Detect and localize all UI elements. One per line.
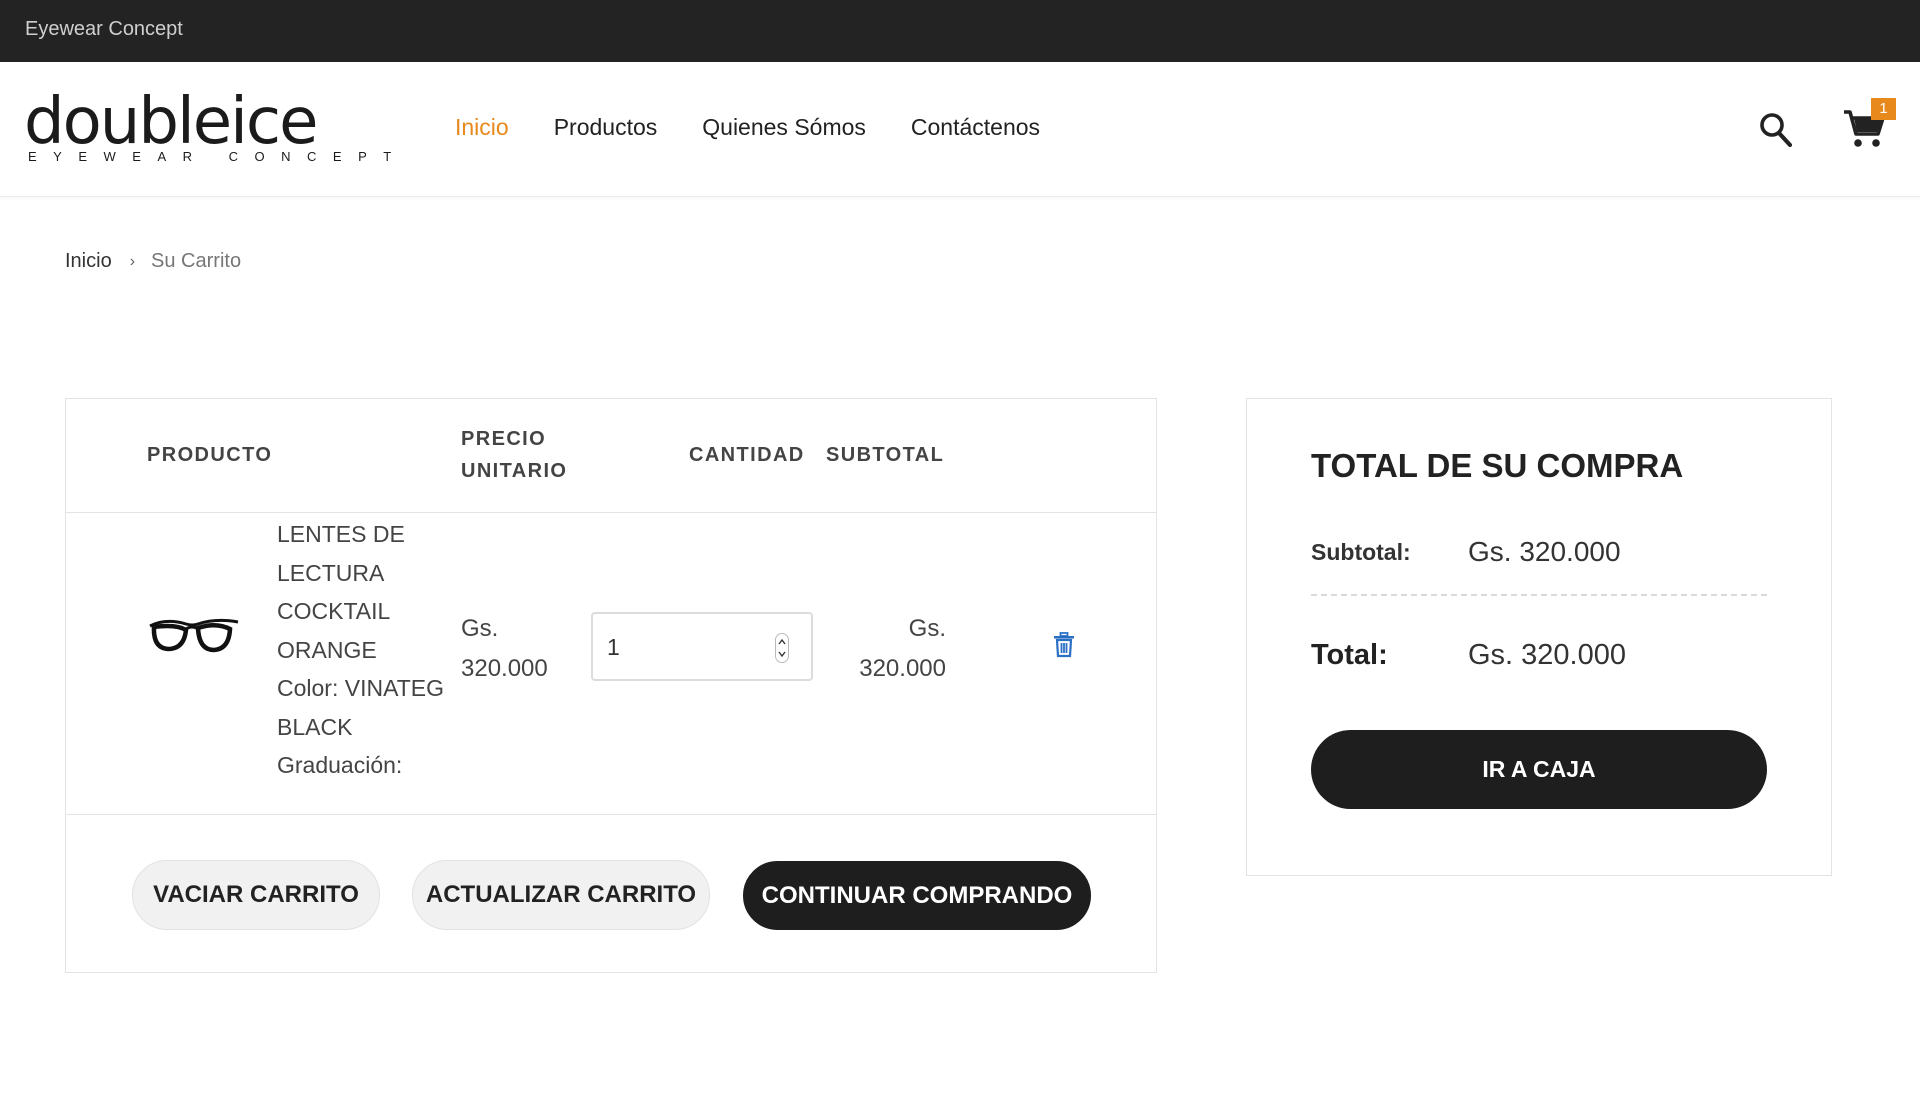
nav-item-productos[interactable]: Productos bbox=[554, 114, 658, 141]
cart-table: PRODUCTO PRECIO UNITARIO CANTIDAD SUBTOT… bbox=[65, 398, 1157, 973]
glasses-icon[interactable] bbox=[146, 612, 241, 662]
cart-item-row: LENTES DE LECTURA COCKTAIL ORANGE Color:… bbox=[66, 513, 1156, 815]
header-product: PRODUCTO bbox=[147, 444, 273, 466]
top-bar: Eyewear Concept bbox=[0, 0, 1920, 62]
logo-wordmark: doubleice bbox=[24, 85, 318, 159]
header-unit-price: PRECIO UNITARIO bbox=[461, 423, 567, 487]
breadcrumb: Inicio › Su Carrito bbox=[65, 250, 241, 273]
quantity-input[interactable] bbox=[607, 630, 757, 664]
breadcrumb-chevron-icon: › bbox=[129, 252, 136, 270]
order-summary: TOTAL DE SU COMPRA Subtotal: Gs. 320.000… bbox=[1246, 398, 1832, 876]
summary-subtotal-value: Gs. 320.000 bbox=[1468, 536, 1621, 567]
breadcrumb-home-link[interactable]: Inicio bbox=[65, 250, 112, 273]
summary-total-value: Gs. 320.000 bbox=[1468, 639, 1626, 671]
clear-cart-button[interactable]: VACIAR CARRITO bbox=[132, 860, 380, 930]
product-name[interactable]: LENTES DE LECTURA COCKTAIL ORANGE Color:… bbox=[277, 515, 457, 785]
main-nav: Inicio Productos Quienes Sómos Contácten… bbox=[455, 114, 1085, 141]
search-icon bbox=[1760, 113, 1793, 148]
logo[interactable]: doubleice EYEWEAR CONCEPT bbox=[24, 90, 391, 168]
nav-item-quienes-somos[interactable]: Quienes Sómos bbox=[702, 114, 866, 141]
header-quantity: CANTIDAD bbox=[689, 444, 805, 466]
unit-price-currency: Gs. bbox=[461, 615, 499, 642]
header-unit-price-line2: UNITARIO bbox=[461, 460, 568, 482]
product-color: Color: VINATEG bbox=[277, 675, 444, 701]
product-name-line: LENTES DE bbox=[277, 521, 405, 547]
nav-item-inicio[interactable]: Inicio bbox=[455, 114, 509, 141]
nav-item-contactenos[interactable]: Contáctenos bbox=[911, 114, 1040, 141]
cart-count-badge: 1 bbox=[1871, 98, 1896, 120]
checkout-button[interactable]: IR A CAJA bbox=[1311, 730, 1767, 809]
header-subtotal: SUBTOTAL bbox=[826, 444, 945, 466]
summary-total-label: Total: bbox=[1311, 639, 1388, 671]
update-cart-button[interactable]: ACTUALIZAR CARRITO bbox=[412, 860, 710, 930]
quantity-stepper[interactable] bbox=[591, 612, 813, 681]
product-color-value: BLACK bbox=[277, 713, 353, 740]
unit-price: Gs. 320.000 bbox=[461, 609, 548, 689]
row-subtotal-currency: Gs. bbox=[908, 615, 946, 642]
summary-title: TOTAL DE SU COMPRA bbox=[1311, 447, 1684, 484]
product-graduation: Graduación: bbox=[277, 752, 403, 778]
logo-tagline: EYEWEAR CONCEPT bbox=[28, 149, 408, 164]
search-button[interactable] bbox=[1758, 110, 1794, 150]
summary-subtotal-label: Subtotal: bbox=[1311, 539, 1411, 565]
product-name-line: COCKTAIL bbox=[277, 598, 391, 624]
site-header: doubleice EYEWEAR CONCEPT Inicio Product… bbox=[0, 62, 1920, 197]
unit-price-amount: 320.000 bbox=[461, 655, 548, 682]
row-subtotal: Gs. 320.000 bbox=[846, 609, 946, 689]
header-unit-price-line1: PRECIO bbox=[461, 428, 547, 450]
summary-divider bbox=[1311, 594, 1767, 596]
row-subtotal-amount: 320.000 bbox=[859, 655, 946, 682]
product-name-line: ORANGE bbox=[277, 636, 377, 663]
spin-arrows-icon bbox=[778, 638, 786, 658]
product-name-line: LECTURA bbox=[277, 559, 385, 586]
cart-table-header: PRODUCTO PRECIO UNITARIO CANTIDAD SUBTOT… bbox=[66, 399, 1156, 513]
quantity-spinner[interactable] bbox=[775, 633, 789, 663]
breadcrumb-current: Su Carrito bbox=[151, 250, 242, 272]
continue-shopping-button[interactable]: CONTINUAR COMPRANDO bbox=[743, 861, 1091, 930]
trash-icon[interactable] bbox=[1053, 632, 1075, 658]
topbar-text: Eyewear Concept bbox=[25, 18, 183, 40]
